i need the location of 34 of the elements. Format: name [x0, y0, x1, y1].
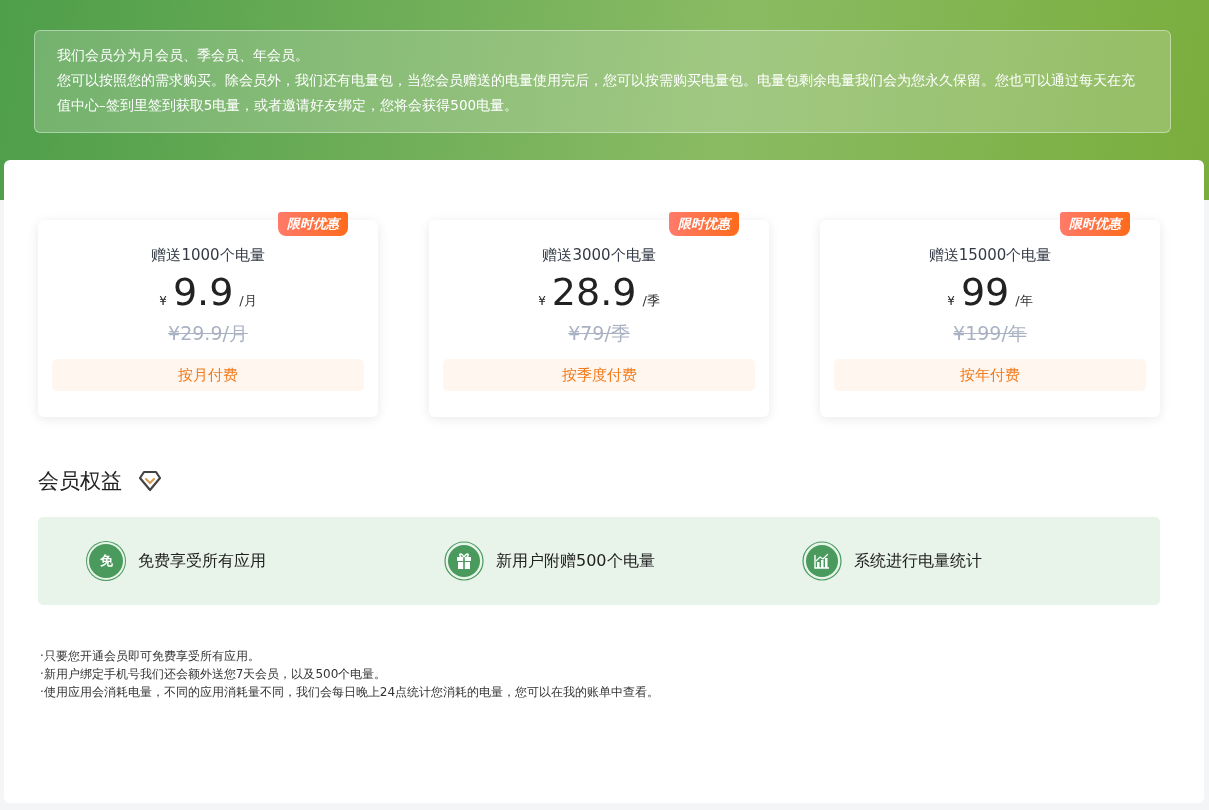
gift-text: 赠送15000个电量	[928, 246, 1052, 265]
diamond-icon	[138, 470, 162, 492]
note-text: ·使用应用会消耗电量，不同的应用消耗量不同，我们会每日晚上24点统计您消耗的电量，您可以在我的账单中查看。	[40, 684, 661, 701]
benefit-text: 系统进行电量统计	[854, 550, 982, 572]
currency-symbol: ¥	[947, 294, 955, 308]
intro-text: 您可以按照您的需求购买。除会员外，我们还有电量包，当您会员赠送的电量使用完后，您可以按需购买电量包。电量包剩余电量我们会为您永久保留。您也可以通过每天在充值中心–签到里签到获取5电量，或者邀请好友绑定，您将会获得500电量。	[57, 71, 1136, 115]
price-unit: /年	[1015, 292, 1033, 310]
pay-button[interactable]: 按月付费	[52, 359, 364, 391]
chart-icon	[802, 541, 842, 581]
section-title: 会员权益	[38, 468, 122, 495]
currency-symbol: ¥	[538, 294, 546, 308]
pay-button[interactable]: 按年付费	[834, 359, 1146, 391]
currency-symbol: ¥	[159, 294, 167, 308]
gift-text: 赠送1000个电量	[151, 246, 265, 265]
free-badge-icon: 免	[89, 544, 123, 578]
promo-badge: 限时优惠	[278, 212, 348, 236]
price-unit: /月	[239, 292, 257, 310]
benefit-text: 免费享受所有应用	[138, 550, 266, 572]
promo-badge: 限时优惠	[1060, 212, 1130, 236]
original-price: ¥199/年	[953, 321, 1027, 346]
pay-button[interactable]: 按季度付费	[443, 359, 755, 391]
benefit-text: 新用户附赠500个电量	[496, 550, 655, 572]
intro-text: 我们会员分为月会员、季会员、年会员。	[57, 46, 310, 65]
note-text: ·新用户绑定手机号我们还会额外送您7天会员，以及500个电量。	[40, 666, 388, 683]
gift-icon	[444, 541, 484, 581]
price-text: 28.9	[551, 269, 637, 315]
promo-badge: 限时优惠	[669, 212, 739, 236]
price-unit: /季	[642, 292, 660, 310]
original-price: ¥29.9/月	[168, 321, 248, 346]
price-text: 99	[960, 269, 1010, 315]
original-price: ¥79/季	[568, 321, 630, 346]
gift-text: 赠送3000个电量	[542, 246, 656, 265]
price-text: 9.9	[172, 269, 234, 315]
note-text: ·只要您开通会员即可免费享受所有应用。	[40, 648, 261, 665]
